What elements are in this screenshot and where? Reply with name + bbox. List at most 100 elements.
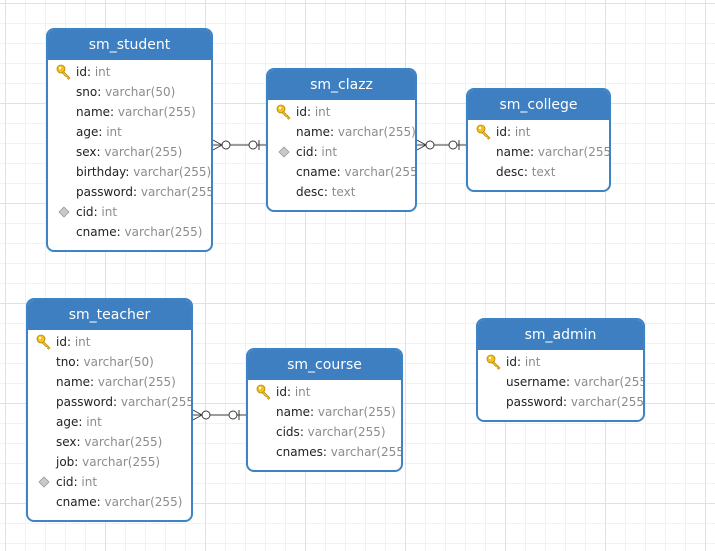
- table-title[interactable]: sm_college: [468, 90, 609, 120]
- field-row[interactable]: id: int: [248, 382, 401, 402]
- field-row[interactable]: sex: varchar(255): [28, 432, 191, 452]
- field-row[interactable]: id: int: [478, 352, 643, 372]
- field-row[interactable]: name: varchar(255): [48, 102, 211, 122]
- field-name-text: cname: [76, 225, 117, 239]
- field-row[interactable]: tno: varchar(50): [28, 352, 191, 372]
- table-sm-admin[interactable]: sm_admin id: int username: varchar(255) pas…: [476, 318, 645, 422]
- field-separator: :: [506, 125, 515, 139]
- field-name-text: birthday: [76, 165, 126, 179]
- field-type: varchar(255): [104, 145, 183, 159]
- field-row[interactable]: job: varchar(255): [28, 452, 191, 472]
- table-title[interactable]: sm_course: [248, 350, 401, 380]
- field-row[interactable]: sno: varchar(50): [48, 82, 211, 102]
- field-name-text: id: [296, 105, 307, 119]
- field-row[interactable]: cname: varchar(255): [48, 222, 211, 242]
- field-row[interactable]: cid: int: [268, 142, 415, 162]
- field-name: job: varchar(255): [56, 452, 160, 472]
- field-name-text: id: [276, 385, 287, 399]
- field-name-text: name: [56, 375, 91, 389]
- field-row[interactable]: password: varchar(255): [478, 392, 643, 412]
- field-row[interactable]: id: int: [268, 102, 415, 122]
- field-row[interactable]: id: int: [468, 122, 609, 142]
- field-name-text: cids: [276, 425, 300, 439]
- field-name: name: varchar(255): [276, 402, 396, 422]
- key-icon: [276, 104, 291, 120]
- field-row[interactable]: username: varchar(255): [478, 372, 643, 392]
- table-sm-course[interactable]: sm_course id: int name: varchar(255) cids: …: [246, 348, 403, 472]
- field-name-text: username: [506, 375, 566, 389]
- field-separator: :: [323, 185, 332, 199]
- field-name-text: id: [56, 335, 67, 349]
- field-row[interactable]: name: varchar(255): [248, 402, 401, 422]
- field-name-text: name: [276, 405, 311, 419]
- field-name-text: id: [506, 355, 517, 369]
- field-row[interactable]: name: varchar(255): [28, 372, 191, 392]
- field-name-text: cid: [76, 205, 94, 219]
- table-sm-teacher[interactable]: sm_teacher id: int tno: varchar(50) name: v…: [26, 298, 193, 522]
- table-sm-clazz[interactable]: sm_clazz id: int name: varchar(255) cid: in…: [266, 68, 417, 212]
- field-separator: :: [310, 405, 318, 419]
- relationship-sm-clazz-sm-college[interactable]: [416, 139, 466, 151]
- field-name: name: varchar(255): [76, 102, 196, 122]
- relationship-sm-student-sm-clazz[interactable]: [212, 139, 266, 151]
- field-name-text: cname: [56, 495, 97, 509]
- key-icon: [56, 64, 71, 80]
- field-name: cid: int: [76, 202, 117, 222]
- table-sm-college[interactable]: sm_college id: int name: varchar(255) desc:…: [466, 88, 611, 192]
- field-row[interactable]: desc: text: [268, 182, 415, 202]
- field-row[interactable]: age: int: [48, 122, 211, 142]
- field-type: int: [94, 65, 111, 79]
- field-name: cnames: varchar(255): [276, 442, 401, 462]
- field-type: int: [514, 125, 531, 139]
- field-separator: :: [96, 495, 105, 509]
- field-type: int: [106, 125, 122, 139]
- field-type: varchar(255): [537, 145, 611, 159]
- table-title[interactable]: sm_admin: [478, 320, 643, 350]
- table-sm-student[interactable]: sm_student id: int sno: varchar(50) name: v…: [46, 28, 213, 252]
- field-type: varchar(255): [120, 395, 193, 409]
- field-row[interactable]: sex: varchar(255): [48, 142, 211, 162]
- diamond-icon: [58, 206, 70, 218]
- field-name-text: name: [76, 105, 111, 119]
- table-title[interactable]: sm_student: [48, 30, 211, 60]
- field-name-text: password: [506, 395, 563, 409]
- relationship-sm-teacher-sm-course[interactable]: [192, 409, 246, 421]
- field-name: cids: varchar(255): [276, 422, 386, 442]
- field-list: id: int name: varchar(255) cid: int cname: …: [268, 100, 415, 202]
- field-separator: :: [562, 395, 571, 409]
- field-row[interactable]: cids: varchar(255): [248, 422, 401, 442]
- field-row[interactable]: cid: int: [28, 472, 191, 492]
- field-row[interactable]: id: int: [48, 62, 211, 82]
- field-row[interactable]: cname: varchar(255): [28, 492, 191, 512]
- field-row[interactable]: desc: text: [468, 162, 609, 182]
- field-row[interactable]: cnames: varchar(255): [248, 442, 401, 462]
- table-title[interactable]: sm_clazz: [268, 70, 415, 100]
- field-type: varchar(255): [124, 225, 203, 239]
- field-name-text: desc: [496, 165, 524, 179]
- field-type: int: [101, 205, 118, 219]
- field-type: varchar(50): [105, 85, 176, 99]
- field-row[interactable]: cname: varchar(255): [268, 162, 415, 182]
- field-row[interactable]: password: varchar(255): [48, 182, 211, 202]
- field-name-text: name: [296, 125, 331, 139]
- table-title[interactable]: sm_teacher: [28, 300, 191, 330]
- field-row[interactable]: cid: int: [48, 202, 211, 222]
- field-row[interactable]: password: varchar(255): [28, 392, 191, 412]
- diamond-icon: [278, 146, 290, 158]
- er-diagram-canvas: sm_student id: int sno: varchar(50) name: v…: [0, 0, 715, 551]
- key-icon: [476, 124, 491, 140]
- field-row[interactable]: id: int: [28, 332, 191, 352]
- field-type: varchar(255): [307, 425, 386, 439]
- field-name: id: int: [296, 102, 330, 122]
- field-row[interactable]: birthday: varchar(255): [48, 162, 211, 182]
- field-row[interactable]: age: int: [28, 412, 191, 432]
- field-row[interactable]: name: varchar(255): [468, 142, 609, 162]
- key-icon: [256, 384, 271, 400]
- field-name: cname: varchar(255): [76, 222, 202, 242]
- field-list: id: int tno: varchar(50) name: varchar(255…: [28, 330, 191, 512]
- field-name-text: password: [76, 185, 133, 199]
- field-row[interactable]: name: varchar(255): [268, 122, 415, 142]
- field-list: id: int name: varchar(255) desc: text: [468, 120, 609, 182]
- field-type: text: [531, 165, 556, 179]
- field-name-text: id: [496, 125, 507, 139]
